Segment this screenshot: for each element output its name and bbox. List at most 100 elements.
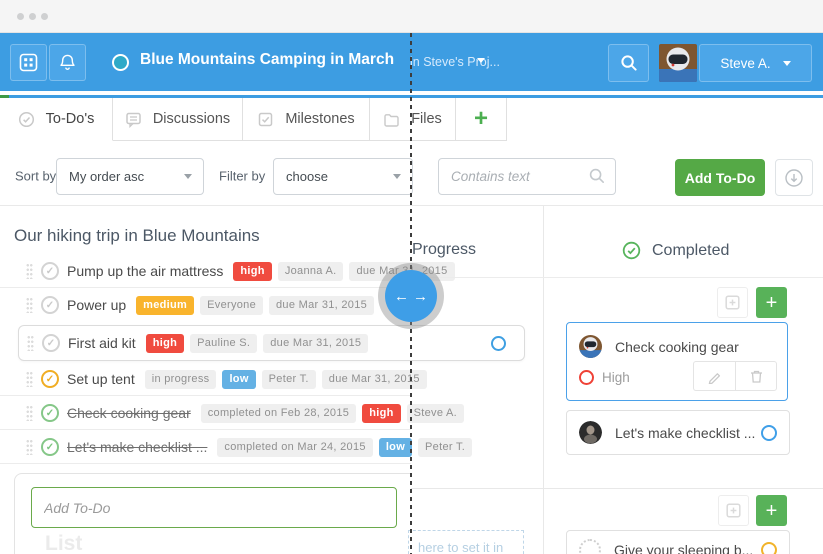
card-title-row: Let's make checklist ... <box>567 411 789 444</box>
add-todo-button[interactable]: Add To-Do <box>675 159 765 196</box>
bell-icon <box>60 54 75 70</box>
contains-text-input[interactable] <box>438 158 616 195</box>
filter-select[interactable]: choose <box>273 158 413 195</box>
user-avatar[interactable] <box>659 44 697 82</box>
status-circle-icon[interactable]: ✓ <box>41 296 59 314</box>
plus-icon: + <box>765 499 778 522</box>
project-status-icon <box>112 54 129 71</box>
filter-select-value: choose <box>286 169 328 184</box>
app-window: Blue Mountains Camping in March in Steve… <box>0 0 823 554</box>
drag-handle-icon[interactable] <box>26 263 33 279</box>
tab-discussions[interactable]: Discussions <box>113 98 243 140</box>
edit-button[interactable] <box>693 361 735 391</box>
add-card-outline-button[interactable] <box>717 287 748 318</box>
window-dot-icon[interactable] <box>29 13 36 20</box>
user-menu[interactable]: Steve A. <box>699 44 812 82</box>
status-circle-icon[interactable]: ✓ <box>42 334 60 352</box>
delete-button[interactable] <box>735 361 777 391</box>
sort-select-value: My order asc <box>69 169 145 184</box>
add-card-button[interactable]: + <box>756 287 787 318</box>
todo-row[interactable]: ✓ Pump up the air mattress high Joanna A… <box>0 254 525 288</box>
priority-badge: high <box>233 261 272 281</box>
card-title-row: Check cooking gear <box>567 323 787 358</box>
todo-check-circle-icon <box>18 111 34 127</box>
add-card-button[interactable]: + <box>756 495 787 526</box>
board-section-separator <box>411 488 823 489</box>
card-title: Give your sleeping b... <box>614 542 754 554</box>
progress-spinner-icon <box>761 542 777 554</box>
assignee-badge: Everyone <box>200 295 264 315</box>
tab-todos[interactable]: To-Do's <box>0 98 113 141</box>
priority-label: High <box>602 370 630 385</box>
completed-date-badge: completed on Mar 24, 2015 <box>217 437 373 457</box>
todo-row[interactable]: ✓ Check cooking gear completed on Feb 28… <box>0 396 525 430</box>
add-todo-section: List <box>14 473 411 554</box>
todo-title: Pump up the air mattress <box>67 263 224 279</box>
completed-card[interactable]: Let's make checklist ... <box>566 410 790 455</box>
folder-icon <box>384 113 399 127</box>
card-title: Let's make checklist ... <box>615 424 756 441</box>
due-date-badge: due Mar 31, 2015 <box>269 295 375 315</box>
drag-handle-icon[interactable] <box>26 405 33 421</box>
arrow-left-icon: ← <box>394 287 409 305</box>
card-title-row: Give your sleeping b... <box>567 531 789 554</box>
list-watermark: List <box>45 532 83 554</box>
avatar-placeholder-icon <box>579 539 601 554</box>
search-icon <box>620 55 637 71</box>
todo-row-highlighted[interactable]: ✓ First aid kit high Pauline S. due Mar … <box>18 325 525 361</box>
tab-label: Files <box>411 111 442 127</box>
tab-label: Milestones <box>285 111 355 127</box>
astronaut-avatar-icon <box>659 44 697 82</box>
completed-check-icon <box>622 241 641 260</box>
progress-dropzone[interactable]: here to set it in <box>408 530 524 554</box>
export-button[interactable] <box>775 159 813 196</box>
square-plus-icon <box>726 503 741 518</box>
milestone-checkbox-icon <box>259 112 273 126</box>
trash-icon <box>750 370 762 383</box>
dropzone-hint: here to set it in <box>418 540 504 554</box>
add-todo-input[interactable] <box>31 487 397 528</box>
priority-badge: low <box>378 437 413 457</box>
window-dot-icon[interactable] <box>41 13 48 20</box>
completed-card-unassigned[interactable]: Give your sleeping b... <box>566 530 790 554</box>
drag-handle-icon[interactable] <box>26 297 33 313</box>
status-circle-icon[interactable]: ✓ <box>41 404 59 422</box>
project-dropdown-caret-icon[interactable] <box>477 58 485 63</box>
status-circle-icon[interactable]: ✓ <box>41 262 59 280</box>
window-dot-icon[interactable] <box>17 13 24 20</box>
assignee-badge: Steve A. <box>406 403 464 423</box>
astronaut-avatar-icon <box>579 335 602 358</box>
add-card-outline-button[interactable] <box>718 495 749 526</box>
todo-row[interactable]: ✓ Power up medium Everyone due Mar 31, 2… <box>0 288 525 322</box>
column-progress-label: Progress <box>412 241 477 258</box>
drag-handle-icon[interactable] <box>26 371 33 387</box>
progress-spinner-icon <box>491 336 506 351</box>
due-date-badge: due Mar 31, 2015 <box>263 333 369 353</box>
search-button[interactable] <box>608 44 649 82</box>
priority-badge: medium <box>136 295 195 315</box>
tab-label: To-Do's <box>45 111 95 127</box>
user-dropdown-caret-icon <box>782 60 791 66</box>
status-circle-icon[interactable]: ✓ <box>41 438 59 456</box>
tab-files[interactable]: Files <box>370 98 456 140</box>
notifications-button[interactable] <box>49 44 86 81</box>
todo-row[interactable]: ✓ Let's make checklist ... completed on … <box>0 430 525 464</box>
completed-date-badge: completed on Feb 28, 2015 <box>200 403 357 423</box>
drag-handle-icon[interactable] <box>27 335 34 351</box>
assignee-badge: Pauline S. <box>190 333 258 353</box>
drag-handle-icon[interactable] <box>26 439 33 455</box>
row-separator <box>0 463 411 464</box>
todo-title: Set up tent <box>67 371 135 387</box>
board-header-border <box>411 277 823 278</box>
card-actions <box>693 361 777 391</box>
completed-card-selected[interactable]: Check cooking gear High <box>566 322 788 401</box>
sort-select[interactable]: My order asc <box>56 158 204 195</box>
add-tab-button[interactable]: + <box>456 98 507 140</box>
todo-row[interactable]: ✓ Set up tent in progress low Peter T. d… <box>0 362 525 396</box>
tab-milestones[interactable]: Milestones <box>243 98 370 140</box>
apps-grid-button[interactable] <box>10 44 47 81</box>
status-circle-icon[interactable]: ✓ <box>41 370 59 388</box>
progress-spinner-icon <box>761 425 777 441</box>
split-drag-handle[interactable]: ← → <box>385 270 437 322</box>
assignee-badge: Peter T. <box>418 437 473 457</box>
